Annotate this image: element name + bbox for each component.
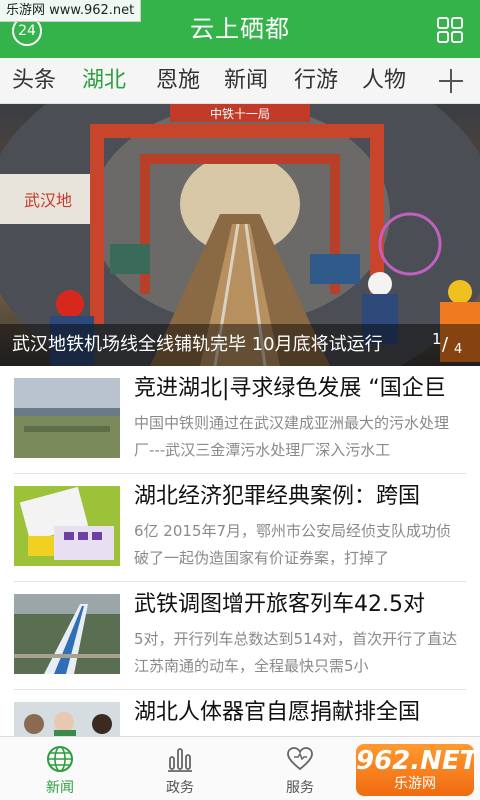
news-title: 武铁调图增开旅客列车42.5对 <box>134 592 425 617</box>
nav-news[interactable]: 新闻 <box>0 737 120 800</box>
watermark-top: 乐游网 www.962.net <box>0 0 142 22</box>
plus-icon[interactable] <box>436 66 466 96</box>
tab-toutiao[interactable]: 头条 <box>12 64 56 98</box>
news-desc: 5对，开行列车总数达到514对，首次开行了直达江苏南通的动车，全程最快只需5小 <box>134 630 458 675</box>
banner-page-slash: / <box>442 334 449 355</box>
news-thumbnail <box>14 486 120 566</box>
banner-side-text: 武汉地 <box>24 191 72 210</box>
nav-label: 政务 <box>166 780 194 796</box>
banner-page-current: 1 <box>432 330 442 348</box>
nav-service[interactable]: 服务 <box>240 737 360 800</box>
news-title: 湖北经济犯罪经典案例：跨国 <box>134 484 421 509</box>
watermark-logo-text: 962.NET <box>356 746 478 776</box>
news-item[interactable]: 竞进湖北|寻求绿色发展 “国企巨 中国中铁则通过在武汉建成亚洲最大的污水处理厂-… <box>14 366 466 474</box>
nav-government[interactable]: 政务 <box>120 737 240 800</box>
globe-icon <box>47 746 73 772</box>
watermark-logo-subtext: 乐游网 <box>394 776 436 792</box>
tab-hubei[interactable]: 湖北 <box>82 64 126 98</box>
news-desc: 6亿 2015年7月，鄂州市公安局经侦支队成功侦破了一起伪造国家有价证券案，打掉… <box>134 522 452 567</box>
banner-page-indicator: 1 / 4 <box>432 330 468 360</box>
banner-sign-text: 中铁十一局 <box>210 106 270 121</box>
bar-chart-icon <box>168 748 192 772</box>
category-tabs: 头条 湖北 恩施 新闻 行游 人物 <box>0 58 480 104</box>
news-title: 湖北人体器官自愿捐献排全国 <box>134 700 421 725</box>
tab-enshi[interactable]: 恩施 <box>156 64 200 98</box>
headline-banner[interactable]: 中铁十一局 武汉地 武汉地铁机场线全线铺轨完毕 10月底将试运行 1 / 4 <box>0 104 480 366</box>
nav-label: 新闻 <box>46 780 74 796</box>
tab-news[interactable]: 新闻 <box>224 64 268 98</box>
news-item[interactable]: 湖北经济犯罪经典案例：跨国 6亿 2015年7月，鄂州市公安局经侦支队成功侦破了… <box>14 474 466 582</box>
news-title: 竞进湖北|寻求绿色发展 “国企巨 <box>134 376 446 401</box>
banner-caption[interactable]: 武汉地铁机场线全线铺轨完毕 10月底将试运行 <box>0 324 480 366</box>
news-thumbnail <box>14 594 120 674</box>
nav-label: 服务 <box>286 780 314 796</box>
banner-page-total: 4 <box>454 342 463 357</box>
banner-caption-text: 武汉地铁机场线全线铺轨完毕 10月底将试运行 <box>12 334 383 355</box>
watermark-logo: 962.NET 乐游网 <box>356 744 478 796</box>
tab-travel[interactable]: 行游 <box>294 64 338 98</box>
grid-icon[interactable] <box>436 16 464 44</box>
news-desc: 中国中铁则通过在武汉建成亚洲最大的污水处理厂---武汉三金潭污水处理厂深入污水工 <box>134 414 450 459</box>
heart-icon <box>287 747 313 771</box>
news-item[interactable]: 武铁调图增开旅客列车42.5对 5对，开行列车总数达到514对，首次开行了直达江… <box>14 582 466 690</box>
news-thumbnail <box>14 378 120 458</box>
tab-people[interactable]: 人物 <box>362 64 406 98</box>
